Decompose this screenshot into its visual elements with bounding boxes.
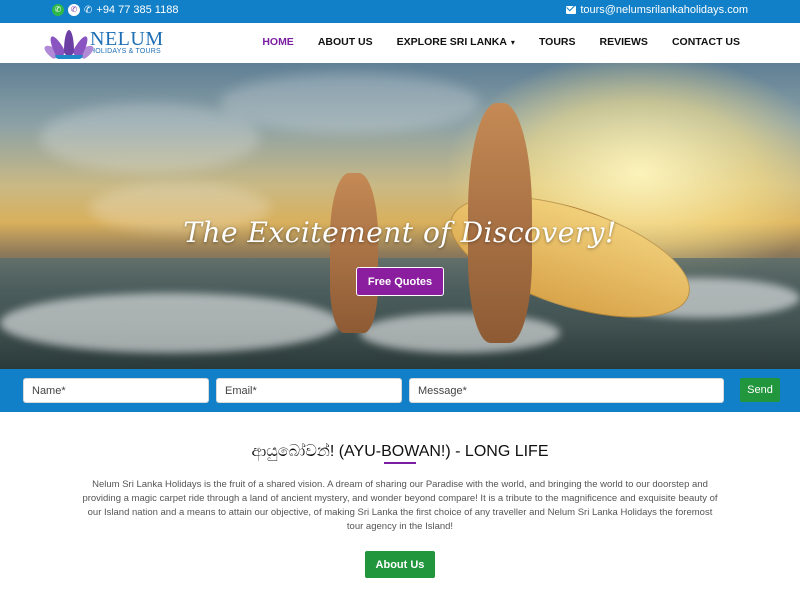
chevron-down-icon: ▾ [510,37,515,47]
viber-icon[interactable]: ✆ [68,4,80,16]
nav-item-home[interactable]: HOME [262,36,294,48]
hero-person-left [330,173,378,333]
contact-email-group: tours@nelumsrilankaholidays.com [566,4,748,16]
name-field[interactable]: Name* [23,378,209,403]
message-field[interactable]: Message* [409,378,724,403]
hero-cloud [220,73,480,133]
free-quotes-button[interactable]: Free Quotes [356,267,444,296]
envelope-icon [566,6,577,14]
send-button[interactable]: Send [740,378,780,402]
logo-name: NELUM [90,28,164,50]
hero-foam [0,293,340,353]
nav-item-tours[interactable]: TOURS [539,36,576,48]
top-contact-bar: ✆ ✆ ✆ +94 77 385 1188 tours@nelumsrilank… [0,0,800,23]
nav-item-label: ABOUT US [317,36,373,48]
nav-item-explore-sri-lanka[interactable]: EXPLORE SRI LANKA ▾ [397,36,515,48]
logo-tagline: HOLIDAYS & TOURS [90,48,161,55]
nav-item-label: CONTACT US [671,36,740,48]
phone-number[interactable]: +94 77 385 1188 [96,4,178,16]
phone-icon: ✆ [84,4,93,16]
hero-title: The Excitement of Discovery! [183,216,617,249]
site-logo[interactable]: NELUM HOLIDAYS & TOURS [42,27,164,61]
email-address[interactable]: tours@nelumsrilankaholidays.com [580,4,748,16]
nav-item-label: REVIEWS [599,36,648,48]
logo-text: NELUM HOLIDAYS & TOURS [90,28,164,56]
nav-item-reviews[interactable]: REVIEWS [600,36,648,48]
email-field[interactable]: Email* [216,378,402,403]
hero-foam [360,313,560,353]
nav-item-label: EXPLORE SRI LANKA [396,36,507,48]
heading-underline [384,462,416,464]
nav-item-about-us[interactable]: ABOUT US [318,36,373,48]
intro-section: ආයුබෝවන්! (AYU-BOWAN!) - LONG LIFE Nelum… [0,412,800,600]
intro-heading: ආයුබෝවන්! (AYU-BOWAN!) - LONG LIFE [251,443,549,460]
nav-item-label: HOME [262,36,294,48]
quick-contact-form: Name* Email* Message* Send [0,369,800,412]
nav-item-label: TOURS [538,36,576,48]
hero-cloud [40,103,260,173]
main-header: NELUM HOLIDAYS & TOURS HOME ABOUT US EXP… [0,23,800,63]
hero-banner: The Excitement of Discovery! Free Quotes [0,63,800,369]
whatsapp-icon[interactable]: ✆ [52,4,64,16]
contact-phone-group: ✆ ✆ ✆ +94 77 385 1188 [52,4,178,16]
lotus-logo-icon [42,27,96,61]
about-us-button[interactable]: About Us [365,551,435,578]
nav-item-contact-us[interactable]: CONTACT US [672,36,740,48]
intro-text: Nelum Sri Lanka Holidays is the fruit of… [82,479,718,532]
main-nav: HOME ABOUT US EXPLORE SRI LANKA ▾ TOURS R… [238,36,740,48]
